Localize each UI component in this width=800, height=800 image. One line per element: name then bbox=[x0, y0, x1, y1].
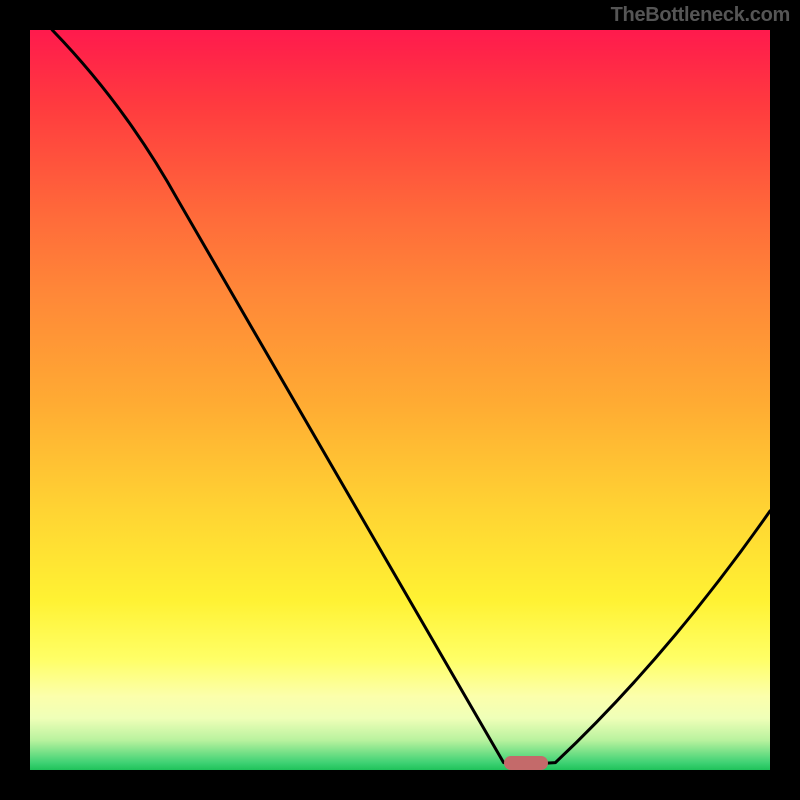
bottleneck-curve bbox=[30, 30, 770, 770]
attribution-label: TheBottleneck.com bbox=[611, 4, 790, 27]
chart-container: TheBottleneck.com bbox=[0, 0, 800, 800]
optimal-point-marker bbox=[504, 756, 548, 770]
curve-path bbox=[52, 30, 770, 764]
